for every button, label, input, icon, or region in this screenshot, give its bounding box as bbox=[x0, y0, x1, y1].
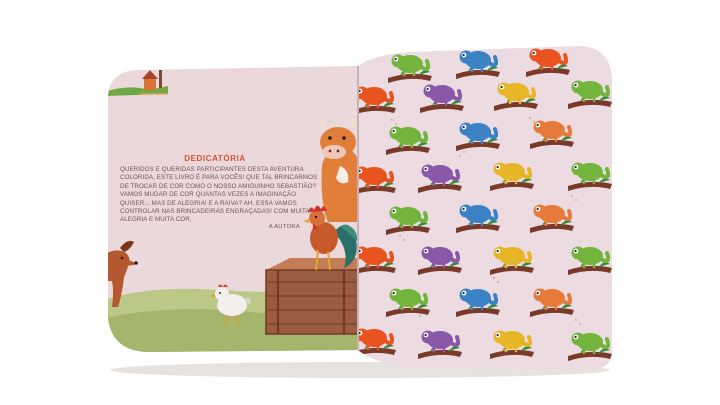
dedication-signature: A AUTORA bbox=[268, 224, 300, 230]
right-page-chameleon-pattern bbox=[357, 46, 612, 370]
wooden-crate-illustration bbox=[265, 258, 358, 335]
dedication-title: DEDICATÓRIA bbox=[184, 154, 246, 163]
dedication-text: Queridos e queridas participantes desta … bbox=[120, 166, 318, 224]
open-book-scene bbox=[108, 46, 612, 378]
